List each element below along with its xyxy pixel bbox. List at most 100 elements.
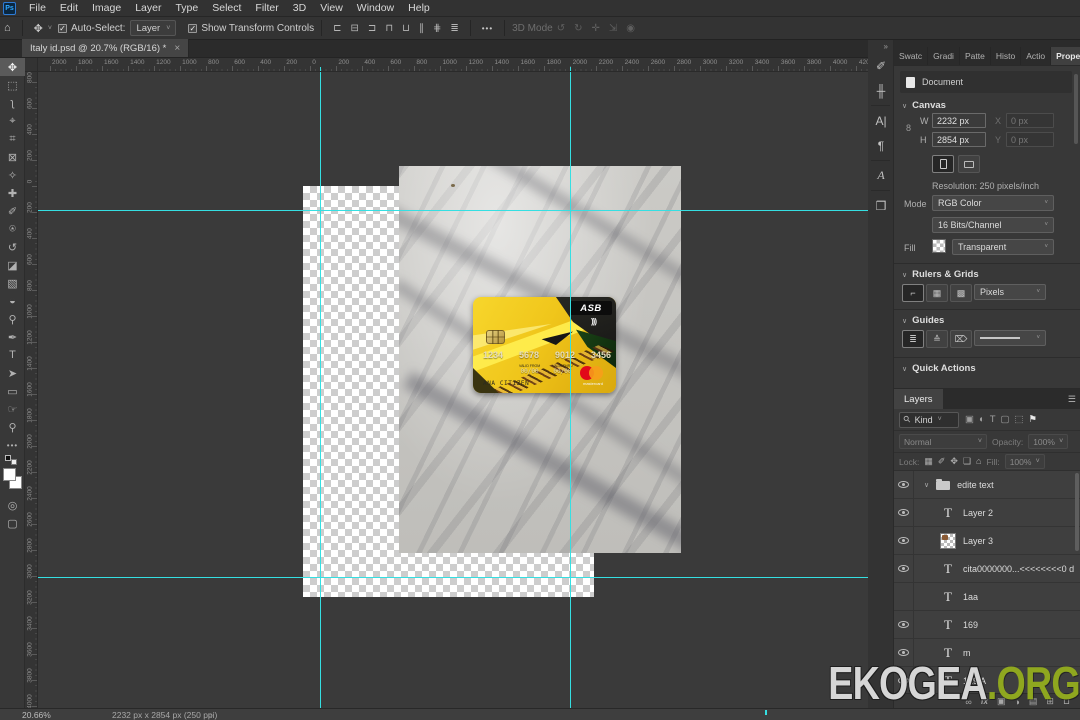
panel-tab-histo[interactable]: Histo bbox=[991, 47, 1022, 65]
lock-artboard-icon[interactable]: ❏ bbox=[963, 456, 971, 467]
layer-visibility-toggle[interactable] bbox=[894, 611, 914, 638]
document-tab[interactable]: Italy id.psd @ 20.7% (RGB/16) * × bbox=[22, 39, 190, 57]
fill-swatch[interactable] bbox=[932, 239, 946, 253]
width-field[interactable]: 2232 px bbox=[932, 113, 986, 128]
menu-item-image[interactable]: Image bbox=[85, 2, 128, 14]
pen-tool[interactable]: ✒ bbox=[0, 328, 25, 346]
crop-tool[interactable]: ⌗ bbox=[0, 130, 25, 148]
panel-tab-patte[interactable]: Patte bbox=[960, 47, 991, 65]
healing-brush-tool[interactable]: ✚ bbox=[0, 184, 25, 202]
clone-stamp-tool[interactable]: ⍟ bbox=[0, 220, 25, 238]
menu-item-filter[interactable]: Filter bbox=[248, 2, 285, 14]
grid-icon[interactable]: ▦ bbox=[926, 284, 948, 302]
align-left-icon[interactable]: ⊏ bbox=[333, 23, 341, 34]
brush-tool[interactable]: ✐ bbox=[0, 202, 25, 220]
group-expand-caret[interactable]: ∨ bbox=[924, 481, 929, 489]
rulers-grids-header[interactable]: ∨ Rulers & Grids bbox=[902, 269, 979, 280]
eyedropper-tool[interactable]: ✧ bbox=[0, 166, 25, 184]
layer-row[interactable]: T Layer 2 bbox=[894, 499, 1080, 527]
layers-scrollbar[interactable] bbox=[1075, 473, 1079, 551]
menu-item-layer[interactable]: Layer bbox=[128, 2, 168, 14]
layer-name[interactable]: Layer 2 bbox=[963, 508, 993, 518]
guides-header[interactable]: ∨ Guides bbox=[902, 315, 944, 326]
menu-item-view[interactable]: View bbox=[313, 2, 350, 14]
lock-guides-icon[interactable]: ≙ bbox=[926, 330, 948, 348]
path-select-tool[interactable]: ➤ bbox=[0, 364, 25, 382]
quick-actions-header[interactable]: ∨ Quick Actions bbox=[902, 363, 976, 374]
glyphs-panel-icon[interactable]: A bbox=[868, 163, 894, 188]
pixel-grid-icon[interactable]: ▩ bbox=[950, 284, 972, 302]
lock-paint-icon[interactable]: ✐ bbox=[938, 456, 946, 467]
landscape-orientation-button[interactable] bbox=[958, 155, 980, 173]
edit-toolbar-icon[interactable]: ••• bbox=[0, 436, 25, 454]
layer-visibility-toggle[interactable] bbox=[894, 527, 914, 554]
menu-item-edit[interactable]: Edit bbox=[53, 2, 85, 14]
opacity-field[interactable]: 100% ˅ bbox=[1028, 434, 1069, 449]
marquee-tool[interactable]: ⬚ bbox=[0, 76, 25, 94]
dodge-tool[interactable]: ⚲ bbox=[0, 310, 25, 328]
layers-menu-icon[interactable]: ☰ bbox=[1064, 394, 1080, 405]
screen-mode-icon[interactable]: ▢ bbox=[0, 514, 25, 532]
menu-item-file[interactable]: File bbox=[22, 2, 53, 14]
history-brush-tool[interactable]: ↺ bbox=[0, 238, 25, 256]
vertical-guide[interactable] bbox=[320, 72, 321, 708]
menu-item-help[interactable]: Help bbox=[401, 2, 437, 14]
align-center-h-icon[interactable]: ⊟ bbox=[351, 23, 359, 34]
align-top-icon[interactable]: ⊓ bbox=[385, 23, 393, 34]
bit-depth-dropdown[interactable]: 16 Bits/Channel ˅ bbox=[932, 217, 1054, 233]
height-field[interactable]: 2854 px bbox=[932, 132, 986, 147]
panel-tab-swatc[interactable]: Swatc bbox=[894, 47, 929, 65]
type-tool[interactable]: T bbox=[0, 346, 25, 364]
blur-tool[interactable]: ◒ bbox=[0, 292, 25, 310]
clone-source-icon[interactable]: ╫ bbox=[868, 78, 894, 103]
filter-shape-layers-icon[interactable]: ▢ bbox=[1001, 414, 1010, 425]
chevron-down-icon[interactable]: ˅ bbox=[48, 25, 52, 32]
lasso-tool[interactable]: ʅ bbox=[0, 94, 25, 112]
distribute-vertical-icon[interactable]: ⋕ bbox=[433, 23, 441, 34]
canvas-viewport[interactable]: ASB ))) 1234 5678 9012 3456 VALID FROM 0… bbox=[38, 72, 868, 708]
blend-mode-dropdown[interactable]: Normal ˅ bbox=[899, 434, 987, 449]
distribute-center-icon[interactable]: ≣ bbox=[450, 23, 458, 34]
layer-visibility-toggle[interactable] bbox=[894, 471, 914, 498]
layer-row[interactable]: Layer 3 bbox=[894, 527, 1080, 555]
layer-row[interactable]: T 1aa bbox=[894, 583, 1080, 611]
credit-card-layer[interactable]: ASB ))) 1234 5678 9012 3456 VALID FROM 0… bbox=[473, 297, 616, 393]
distribute-horizontal-icon[interactable]: ∥ bbox=[419, 23, 424, 34]
move-tool-icon[interactable]: ✥ bbox=[30, 22, 47, 35]
quick-mask-icon[interactable]: ◎ bbox=[0, 496, 25, 514]
filter-smart-objects-icon[interactable]: ⬚ bbox=[1015, 414, 1024, 425]
layer-name[interactable]: Layer 3 bbox=[963, 536, 993, 546]
portrait-orientation-button[interactable] bbox=[932, 155, 954, 173]
layer-row[interactable]: T 169 bbox=[894, 611, 1080, 639]
layer-row[interactable]: ∨ edite text bbox=[894, 471, 1080, 499]
menu-item-window[interactable]: Window bbox=[350, 2, 401, 14]
show-transform-checkbox[interactable]: ✓ bbox=[188, 23, 198, 33]
vertical-guide[interactable] bbox=[570, 72, 571, 708]
units-dropdown[interactable]: Pixels ˅ bbox=[974, 284, 1046, 300]
panel-scrollbar[interactable] bbox=[1074, 74, 1078, 144]
layer-filter-toggle[interactable]: ⚑ bbox=[1029, 414, 1038, 425]
home-icon[interactable]: ⌂ bbox=[0, 22, 15, 34]
filter-adjustment-layers-icon[interactable]: ◐ bbox=[979, 414, 985, 425]
layer-visibility-toggle[interactable] bbox=[894, 499, 914, 526]
panel-tab-actio[interactable]: Actio bbox=[1021, 47, 1052, 65]
ruler-icon[interactable]: ⌐ bbox=[902, 284, 924, 302]
filter-type-layers-icon[interactable]: T bbox=[990, 414, 996, 425]
lock-move-icon[interactable]: ✥ bbox=[950, 456, 958, 467]
horizontal-guide[interactable] bbox=[38, 210, 868, 211]
shape-tool[interactable]: ▭ bbox=[0, 382, 25, 400]
hand-tool[interactable]: ☞ bbox=[0, 400, 25, 418]
auto-select-checkbox[interactable]: ✓ bbox=[57, 23, 67, 33]
tab-layers[interactable]: Layers bbox=[894, 389, 943, 409]
lock-all-icon[interactable]: ⌂ bbox=[976, 456, 981, 467]
kind-filter-dropdown[interactable]: ⚲ Kind ˅ bbox=[899, 411, 959, 428]
layer-name[interactable]: 169 bbox=[963, 620, 978, 630]
brush-settings-icon[interactable]: ✐ bbox=[868, 53, 894, 78]
align-bottom-icon[interactable]: ⊔ bbox=[402, 23, 410, 34]
filter-pixel-layers-icon[interactable]: ▣ bbox=[965, 414, 974, 425]
layer-name[interactable]: cita0000000...<<<<<<<<0 d bbox=[963, 564, 1074, 574]
zoom-tool[interactable]: ⚲ bbox=[0, 418, 25, 436]
canvas-section-header[interactable]: ∨ Canvas bbox=[902, 100, 946, 111]
link-dimensions-icon[interactable]: 8 bbox=[906, 123, 911, 133]
object-selection-tool[interactable]: ⌖ bbox=[0, 112, 25, 130]
